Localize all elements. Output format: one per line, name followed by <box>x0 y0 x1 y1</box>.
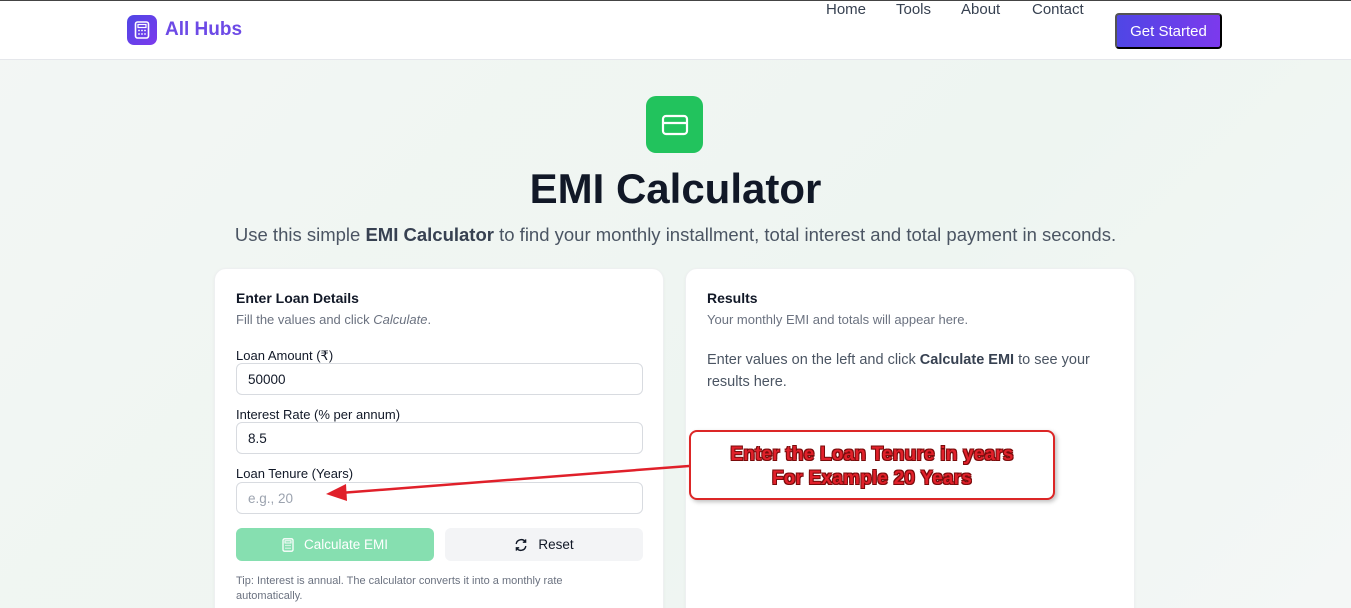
reset-button[interactable]: Reset <box>445 528 643 561</box>
loan-tenure-input[interactable] <box>236 482 643 514</box>
loan-amount-label: Loan Amount (₹) <box>236 348 334 363</box>
annotation-line-2: For Example 20 Years <box>771 468 973 489</box>
page-subtitle: Use this simple EMI Calculator to find y… <box>234 224 1117 245</box>
brand-name: All Hubs <box>165 19 243 40</box>
calculate-emi-button[interactable]: Calculate EMI <box>236 528 434 561</box>
refresh-icon <box>514 538 528 552</box>
results-placeholder-message: Enter values on the left and click Calcu… <box>707 352 1090 390</box>
top-navbar: All Hubs Home Tools About Contact Get St… <box>0 0 1351 60</box>
nav-contact[interactable]: Contact <box>1032 1 1084 18</box>
results-subtitle: Your monthly EMI and totals will appear … <box>707 312 969 327</box>
loan-amount-input[interactable] <box>236 363 643 395</box>
loan-details-subtitle: Fill the values and click Calculate. <box>236 312 432 327</box>
get-started-button[interactable]: Get Started <box>1115 13 1222 49</box>
annotation-callout: Enter the Loan Tenure in years For Examp… <box>689 430 1055 500</box>
interest-rate-label: Interest Rate (% per annum) <box>236 407 401 422</box>
results-title: Results <box>707 290 758 306</box>
page-title: EMI Calculator <box>529 165 822 212</box>
nav-tools[interactable]: Tools <box>896 1 931 18</box>
calculate-emi-label: Calculate EMI <box>303 537 389 552</box>
loan-tenure-label: Loan Tenure (Years) <box>236 466 354 481</box>
credit-card-icon <box>646 96 703 153</box>
brand-link[interactable]: All Hubs <box>127 15 242 45</box>
nav-about[interactable]: About <box>961 1 1000 18</box>
annotation-line-1: Enter the Loan Tenure in years <box>730 444 1014 465</box>
loan-details-title: Enter Loan Details <box>236 290 359 306</box>
nav-home[interactable]: Home <box>826 1 866 18</box>
calculator-icon <box>127 15 157 45</box>
loan-details-card: Enter Loan Details Fill the values and c… <box>214 268 664 608</box>
calculator-icon <box>282 537 294 552</box>
annotation-arrow <box>326 464 690 501</box>
tip-text: Tip: Interest is annual. The calculator … <box>236 575 563 602</box>
interest-rate-input[interactable] <box>236 422 643 454</box>
reset-label: Reset <box>538 537 574 552</box>
